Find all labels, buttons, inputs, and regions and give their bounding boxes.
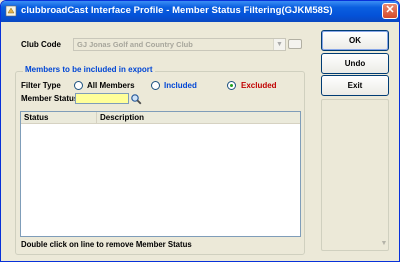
column-header-status[interactable]: Status bbox=[21, 112, 97, 124]
group-title: Members to be included in export bbox=[23, 65, 155, 74]
column-header-description[interactable]: Description bbox=[97, 112, 300, 124]
included-label[interactable]: Included bbox=[164, 81, 197, 90]
title-bar[interactable]: clubbroadCast Interface Profile - Member… bbox=[1, 1, 399, 22]
filter-type-label: Filter Type bbox=[21, 81, 61, 90]
right-panel bbox=[321, 99, 389, 251]
ok-button[interactable]: OK bbox=[321, 30, 389, 51]
list-header: Status Description bbox=[21, 112, 300, 124]
club-code-label: Club Code bbox=[21, 40, 61, 49]
excluded-label[interactable]: Excluded bbox=[241, 81, 277, 90]
radio-excluded[interactable] bbox=[227, 81, 236, 90]
main-window: clubbroadCast Interface Profile - Member… bbox=[0, 0, 400, 262]
close-button[interactable]: ✕ bbox=[382, 3, 398, 19]
undo-button[interactable]: Undo bbox=[321, 53, 389, 74]
radio-all-members[interactable] bbox=[74, 81, 83, 90]
member-status-list[interactable]: Status Description bbox=[20, 111, 301, 237]
hint-text: Double click on line to remove Member St… bbox=[21, 240, 192, 249]
club-code-combo[interactable]: GJ Jonas Golf and Country Club ▼ bbox=[73, 38, 286, 51]
chevron-down-icon[interactable]: ▼ bbox=[273, 39, 285, 50]
radio-included[interactable] bbox=[151, 81, 160, 90]
chevron-down-icon[interactable]: ▼ bbox=[379, 239, 389, 249]
member-status-input[interactable] bbox=[75, 93, 129, 104]
search-icon[interactable] bbox=[130, 93, 142, 105]
all-members-label[interactable]: All Members bbox=[87, 81, 135, 90]
lookup-button[interactable] bbox=[288, 39, 302, 49]
window-title: clubbroadCast Interface Profile - Member… bbox=[21, 5, 333, 16]
app-icon bbox=[5, 5, 17, 17]
club-code-value: GJ Jonas Golf and Country Club bbox=[77, 40, 193, 49]
exit-button[interactable]: Exit bbox=[321, 75, 389, 96]
member-status-label: Member Status bbox=[21, 94, 79, 103]
